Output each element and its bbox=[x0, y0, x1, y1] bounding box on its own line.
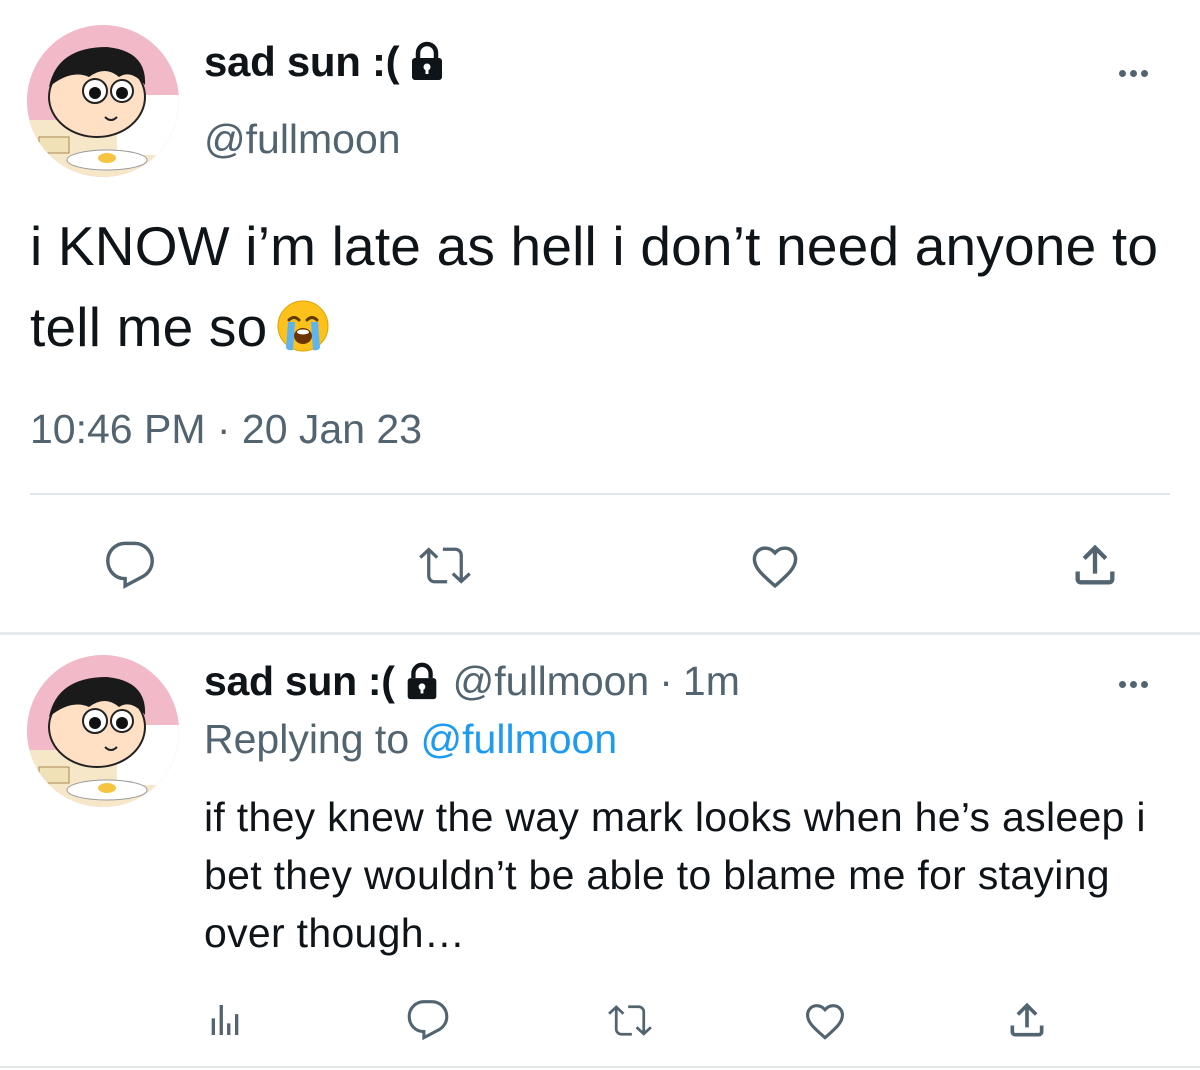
handle[interactable]: @fullmoon bbox=[453, 658, 650, 705]
avatar-image bbox=[27, 25, 179, 177]
divider bbox=[0, 1066, 1200, 1068]
display-name-text: sad sun :( bbox=[204, 38, 400, 85]
replying-to-link[interactable]: @fullmoon bbox=[421, 716, 618, 762]
tweet-text: i KNOW i’m late as hell i don’t need any… bbox=[30, 206, 1170, 368]
timestamp[interactable]: 10:46 PM · 20 Jan 23 bbox=[30, 406, 422, 453]
reply-icon[interactable] bbox=[403, 995, 453, 1045]
handle[interactable]: @fullmoon bbox=[204, 116, 401, 163]
divider bbox=[0, 632, 1200, 635]
reply-header: sad sun :( @fullmoon · 1m bbox=[204, 658, 740, 705]
lock-icon bbox=[412, 41, 443, 80]
divider bbox=[30, 493, 1170, 495]
more-options-icon[interactable] bbox=[1119, 70, 1148, 77]
tweet-text: if they knew the way mark looks when he’… bbox=[204, 794, 1146, 956]
timestamp[interactable]: 1m bbox=[683, 658, 740, 705]
separator: · bbox=[659, 658, 673, 704]
reply-icon[interactable] bbox=[100, 535, 160, 595]
share-icon[interactable] bbox=[1002, 995, 1052, 1045]
more-options-icon[interactable] bbox=[1119, 681, 1148, 688]
replying-to: Replying to @fullmoon bbox=[204, 716, 617, 763]
tweet-text-body: i KNOW i’m late as hell i don’t need any… bbox=[30, 215, 1159, 358]
loudly-crying-face-icon bbox=[277, 300, 329, 352]
analytics-icon[interactable] bbox=[200, 995, 250, 1045]
like-icon[interactable] bbox=[745, 535, 805, 595]
replying-to-label: Replying to bbox=[204, 716, 410, 762]
display-name[interactable]: sad sun :( bbox=[204, 38, 449, 86]
lock-icon bbox=[407, 662, 436, 699]
avatar[interactable] bbox=[27, 655, 179, 807]
avatar-image bbox=[27, 655, 179, 807]
avatar[interactable] bbox=[27, 25, 179, 177]
like-icon[interactable] bbox=[800, 995, 850, 1045]
retweet-icon[interactable] bbox=[410, 535, 480, 595]
display-name[interactable]: sad sun :( bbox=[204, 658, 395, 705]
retweet-icon[interactable] bbox=[600, 995, 660, 1045]
share-icon[interactable] bbox=[1065, 535, 1125, 595]
